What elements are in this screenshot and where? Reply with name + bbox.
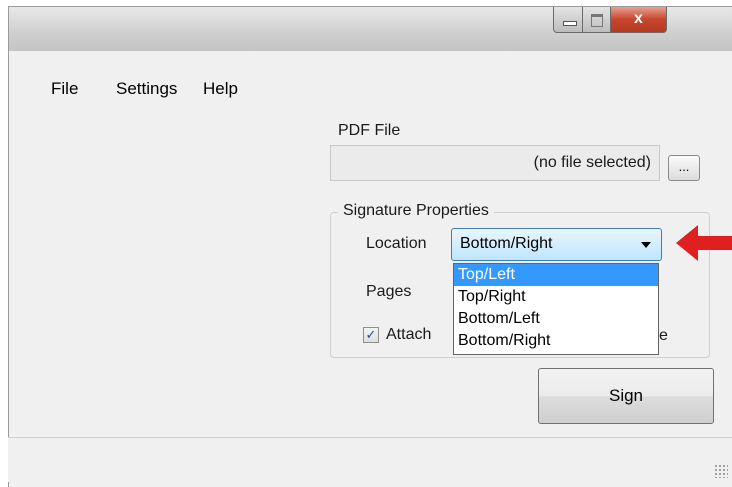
option-bottom-left[interactable]: Bottom/Left: [454, 308, 658, 330]
option-top-left[interactable]: Top/Left: [454, 264, 658, 286]
red-arrow-shape: [676, 225, 732, 261]
red-arrow-icon: [676, 225, 732, 261]
attach-label: Attach: [386, 326, 432, 343]
close-icon: x: [634, 10, 643, 27]
chevron-down-icon: [641, 242, 651, 248]
title-bar: x: [9, 7, 732, 52]
status-bar: [8, 437, 732, 482]
resize-grip-icon[interactable]: [714, 464, 728, 478]
checkmark-icon: ✓: [365, 327, 377, 342]
pdf-file-label: PDF File: [338, 122, 401, 139]
location-select[interactable]: Bottom/Right: [451, 228, 662, 261]
maximize-button[interactable]: [583, 7, 611, 33]
browse-button[interactable]: ...: [668, 155, 700, 181]
maximize-icon: [591, 14, 603, 27]
menu-file[interactable]: File: [51, 79, 78, 99]
minimize-icon: [563, 21, 577, 26]
menu-help[interactable]: Help: [203, 79, 238, 99]
attach-checkbox[interactable]: ✓: [363, 327, 379, 343]
location-select-value: Bottom/Right: [460, 235, 553, 252]
pdf-file-field: (no file selected): [330, 145, 660, 181]
signature-properties-title: Signature Properties: [338, 202, 494, 220]
option-bottom-right[interactable]: Bottom/Right: [454, 330, 658, 352]
sign-button[interactable]: Sign: [538, 368, 714, 424]
location-dropdown-list: Top/Left Top/Right Bottom/Left Bottom/Ri…: [453, 263, 659, 355]
menu-bar: File Settings Help: [9, 51, 732, 99]
attach-label-suffix: e: [659, 327, 668, 344]
location-label: Location: [366, 235, 427, 252]
option-top-right[interactable]: Top/Right: [454, 286, 658, 308]
menu-settings[interactable]: Settings: [116, 79, 177, 99]
close-button[interactable]: x: [611, 7, 667, 33]
minimize-button[interactable]: [553, 7, 583, 33]
pages-label: Pages: [366, 283, 412, 300]
